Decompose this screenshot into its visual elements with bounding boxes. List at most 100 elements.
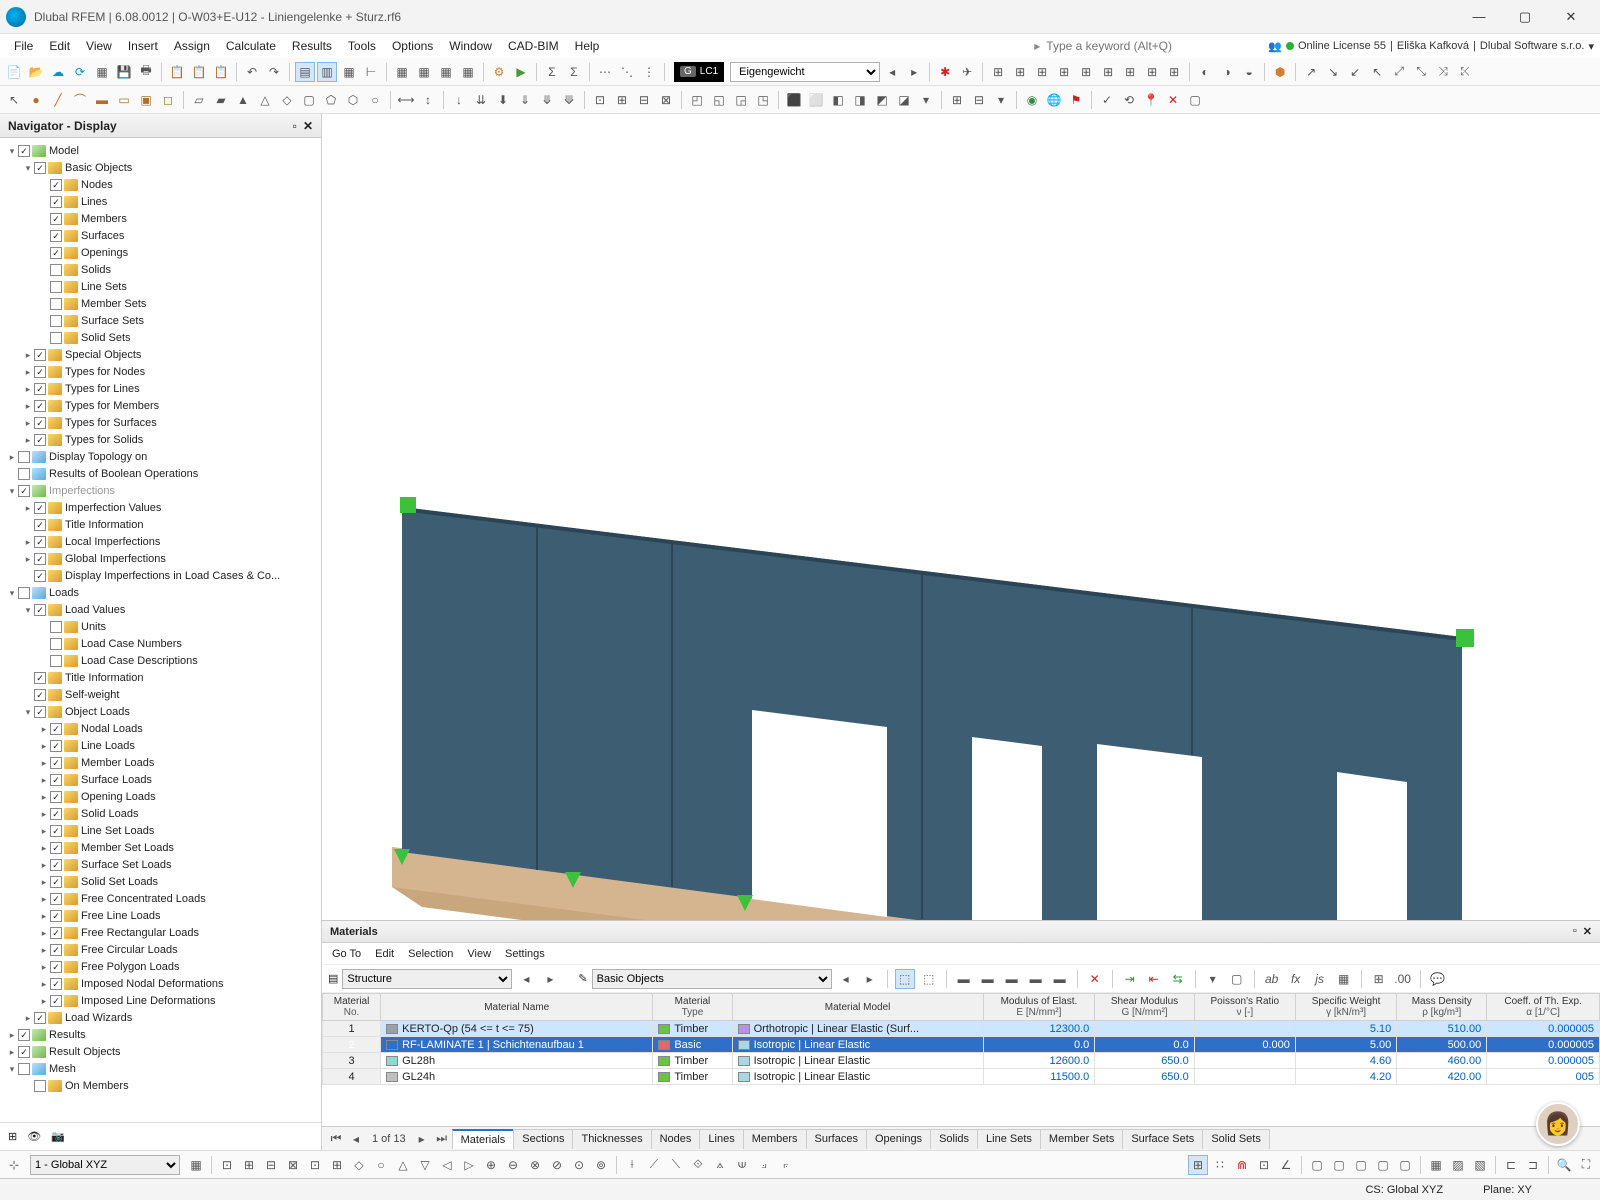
col-header[interactable]: Poisson's Ratioν [-] — [1194, 994, 1295, 1021]
iso1-icon[interactable]: ⬛ — [784, 90, 804, 110]
expand-icon[interactable]: ▸ — [6, 449, 18, 465]
wp5-icon[interactable]: ▢ — [1395, 1155, 1415, 1175]
menu-file[interactable]: File — [6, 36, 41, 56]
expand-icon[interactable]: ▸ — [22, 432, 34, 448]
nav-model-icon[interactable]: ⊞ — [8, 1130, 17, 1143]
tree-item[interactable]: Self-weight — [0, 686, 321, 703]
tree-checkbox[interactable] — [18, 468, 30, 480]
arrow5-icon[interactable]: ⤢ — [1389, 62, 1409, 82]
ortho-icon[interactable]: ⊞ — [1188, 1155, 1208, 1175]
tool-b-icon[interactable]: ◑ — [1217, 62, 1237, 82]
snap-p-icon[interactable]: ⊘ — [547, 1155, 567, 1175]
osnap1-icon[interactable]: ⟊ — [622, 1155, 642, 1175]
mat-menu-settings[interactable]: Settings — [505, 948, 545, 960]
filter3-icon[interactable]: ⋮ — [639, 62, 659, 82]
snap-g-icon[interactable]: ◇ — [349, 1155, 369, 1175]
col-header[interactable]: Material Model — [732, 994, 983, 1021]
expand-icon[interactable]: ▸ — [22, 500, 34, 516]
fn-fx-icon[interactable]: fx — [1286, 969, 1306, 989]
pg-first-icon[interactable]: ⏮ — [326, 1129, 346, 1149]
search-input[interactable] — [1044, 38, 1214, 54]
shape4-icon[interactable]: △ — [255, 90, 275, 110]
expand-icon[interactable]: ▸ — [38, 840, 50, 856]
tree-item[interactable]: Solids — [0, 261, 321, 278]
menu-insert[interactable]: Insert — [120, 36, 166, 56]
tree-checkbox[interactable] — [18, 1046, 30, 1058]
col-header[interactable]: Coeff. of Th. Exp.α [1/°C] — [1487, 994, 1600, 1021]
mesh4-icon[interactable]: ⊞ — [1054, 62, 1074, 82]
row4-icon[interactable]: ▬ — [1026, 969, 1046, 989]
tree-item[interactable]: ▾Mesh — [0, 1060, 321, 1077]
row3-icon[interactable]: ▬ — [1002, 969, 1022, 989]
mesh3-icon[interactable]: ⊞ — [1032, 62, 1052, 82]
table-tab[interactable]: Materials — [452, 1129, 515, 1149]
grid1-icon[interactable]: ▦ — [392, 62, 412, 82]
mat-menu-goto[interactable]: Go To — [332, 948, 361, 960]
table-tab[interactable]: Thicknesses — [572, 1129, 651, 1149]
table-tab[interactable]: Sections — [513, 1129, 573, 1149]
tree-item[interactable]: ▸Nodal Loads — [0, 720, 321, 737]
tree-item[interactable]: ▸Types for Members — [0, 397, 321, 414]
filter2-icon[interactable]: ⋱ — [617, 62, 637, 82]
play-icon[interactable]: ▶ — [511, 62, 531, 82]
pg-next-icon[interactable]: ▸ — [412, 1129, 432, 1149]
tree-item[interactable]: ▸Free Concentrated Loads — [0, 890, 321, 907]
snap-h-icon[interactable]: ○ — [371, 1155, 391, 1175]
tree-item[interactable]: Line Sets — [0, 278, 321, 295]
member-icon[interactable]: ▬ — [92, 90, 112, 110]
view-trans-icon[interactable]: ▦ — [339, 62, 359, 82]
shape1-icon[interactable]: ▱ — [189, 90, 209, 110]
zoom-in-icon[interactable]: 🔍 — [1554, 1155, 1574, 1175]
arrow4-icon[interactable]: ↖ — [1367, 62, 1387, 82]
open-icon[interactable]: 📂 — [26, 62, 46, 82]
mesh5-icon[interactable]: ⊞ — [1076, 62, 1096, 82]
snap-q-icon[interactable]: ⊙ — [569, 1155, 589, 1175]
tree-item[interactable]: ▸Global Imperfections — [0, 550, 321, 567]
tree-checkbox[interactable] — [50, 196, 62, 208]
expand-icon[interactable]: ▸ — [22, 534, 34, 550]
snap2-icon[interactable]: ⊞ — [612, 90, 632, 110]
tree-item[interactable]: ▸Types for Solids — [0, 431, 321, 448]
table-row[interactable]: 2 RF-LAMINATE 1 | Schichtenaufbau 1 Basi… — [323, 1037, 1600, 1053]
box-icon[interactable]: ▢ — [1227, 969, 1247, 989]
arrow2-icon[interactable]: ↘ — [1323, 62, 1343, 82]
navigator-tree[interactable]: ▾Model▾Basic ObjectsNodesLinesMembersSur… — [0, 138, 321, 1122]
arrow7-icon[interactable]: ⤨ — [1433, 62, 1453, 82]
tree-item[interactable]: Member Sets — [0, 295, 321, 312]
tree-item[interactable]: Surfaces — [0, 227, 321, 244]
globe-icon[interactable]: 🌐 — [1044, 90, 1064, 110]
wp2-icon[interactable]: ▢ — [1329, 1155, 1349, 1175]
tree-item[interactable]: ▸Member Loads — [0, 754, 321, 771]
mesh2-icon[interactable]: ⊞ — [1010, 62, 1030, 82]
tree-item[interactable]: ▾Model — [0, 142, 321, 159]
osnap5-icon[interactable]: ⟑ — [710, 1155, 730, 1175]
nav-cam-icon[interactable]: 📷 — [51, 1130, 65, 1143]
panel-pin-icon[interactable]: ▫ — [293, 119, 297, 133]
shape7-icon[interactable]: ⬠ — [321, 90, 341, 110]
redo-icon[interactable]: ↷ — [264, 62, 284, 82]
tree-checkbox[interactable] — [50, 995, 62, 1007]
tree-checkbox[interactable] — [34, 536, 46, 548]
mesh6-icon[interactable]: ⊞ — [1098, 62, 1118, 82]
tree-item[interactable]: ▸Line Set Loads — [0, 822, 321, 839]
color-icon[interactable]: ◉ — [1022, 90, 1042, 110]
tree-checkbox[interactable] — [50, 740, 62, 752]
node-icon[interactable]: ● — [26, 90, 46, 110]
solid-icon[interactable]: ▣ — [136, 90, 156, 110]
expand-icon[interactable]: ▸ — [38, 942, 50, 958]
tree-checkbox[interactable] — [34, 366, 46, 378]
spin-icon[interactable]: ⟲ — [1119, 90, 1139, 110]
view3-icon[interactable]: ▾ — [991, 90, 1011, 110]
minimize-button[interactable]: — — [1456, 3, 1502, 31]
tree-item[interactable]: Title Information — [0, 516, 321, 533]
shape9-icon[interactable]: ○ — [365, 90, 385, 110]
expand-icon[interactable]: ▸ — [38, 925, 50, 941]
menu-options[interactable]: Options — [384, 36, 441, 56]
tree-item[interactable]: ▸Solid Set Loads — [0, 873, 321, 890]
cursor-icon[interactable]: ↖ — [4, 90, 24, 110]
units-icon[interactable]: ⊞ — [1369, 969, 1389, 989]
snap3-icon[interactable]: ⊟ — [634, 90, 654, 110]
pg-last-icon[interactable]: ⏭ — [432, 1129, 452, 1149]
table-tab[interactable]: Surface Sets — [1122, 1129, 1203, 1149]
arrow3-icon[interactable]: ↙ — [1345, 62, 1365, 82]
